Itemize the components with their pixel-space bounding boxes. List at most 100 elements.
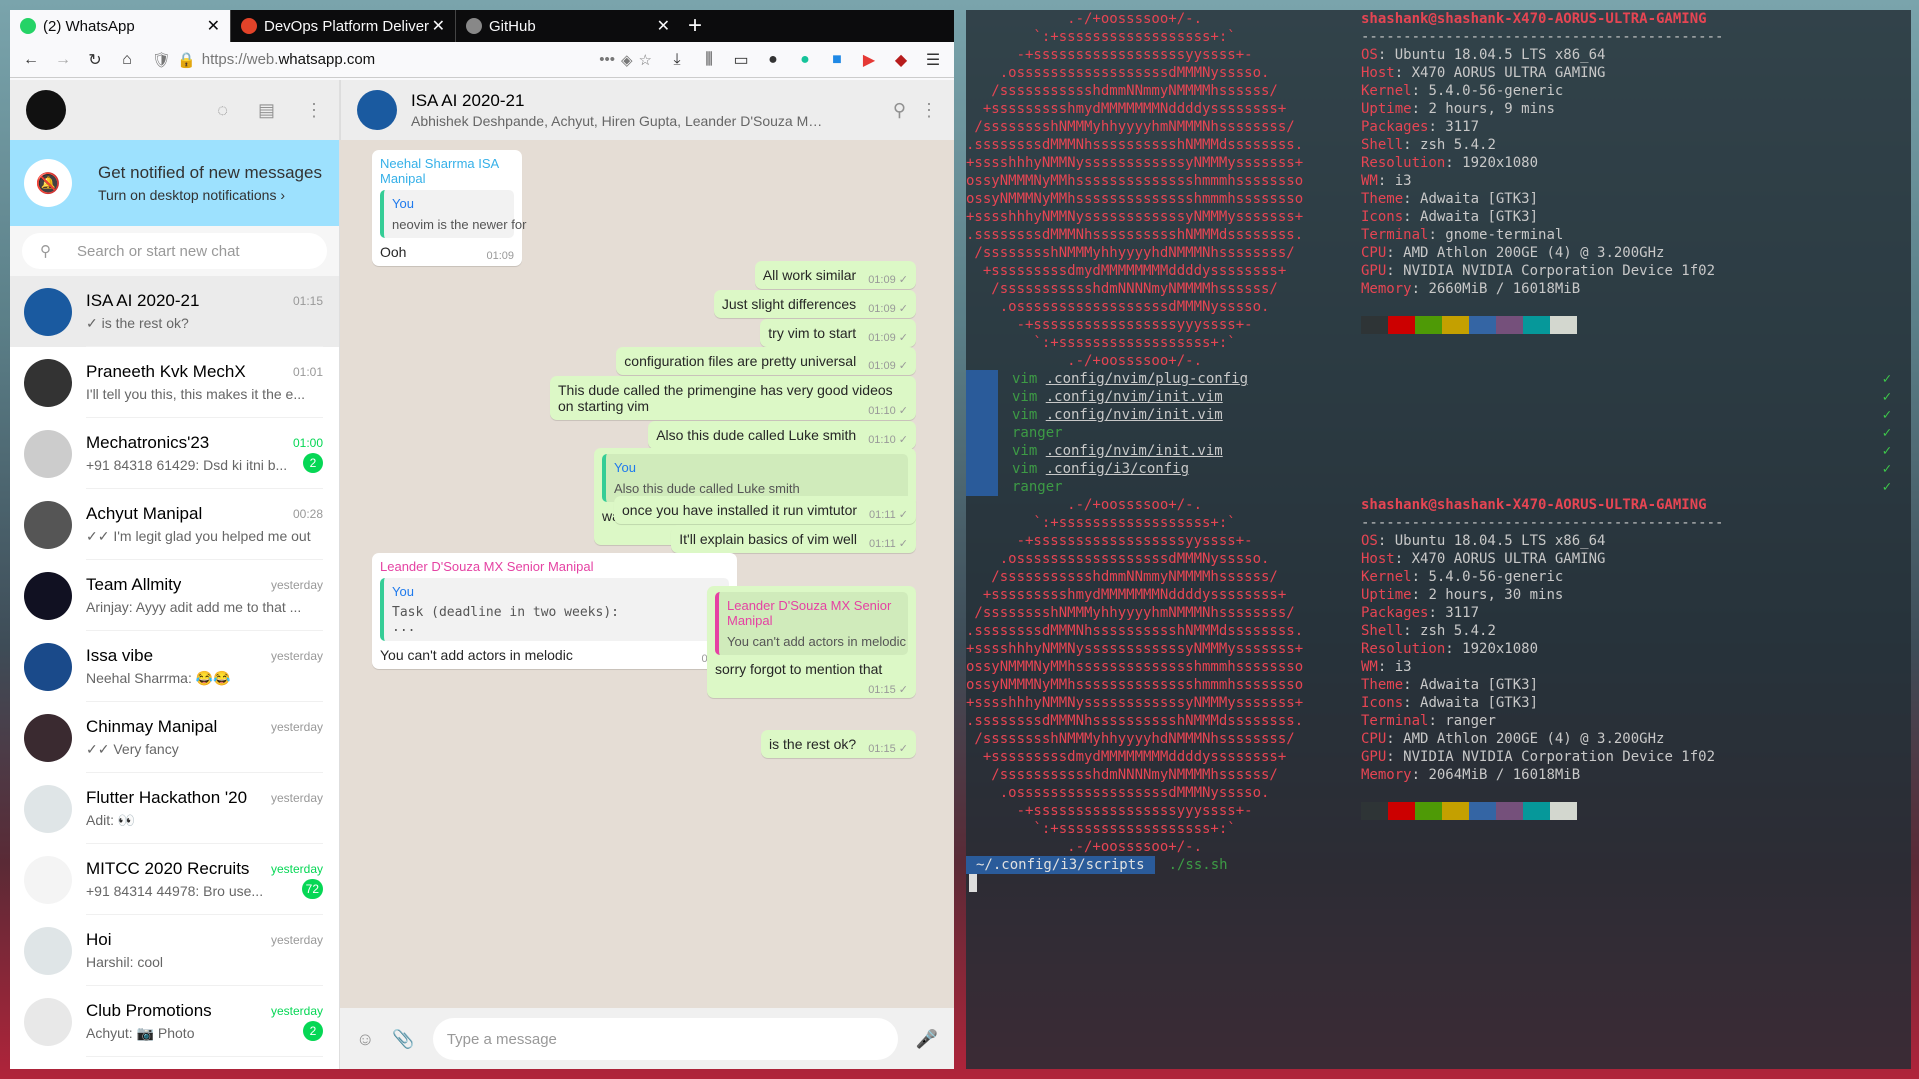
- terminal-window[interactable]: .-/+oossssoo+/-. `:+ssssssssssssssssss+:…: [966, 10, 1911, 1069]
- ubuntu-ascii-logo: .-/+oossssoo+/-. `:+ssssssssssssssssss+:…: [966, 11, 1304, 369]
- neofetch-key: Theme: [1361, 191, 1404, 207]
- neofetch-user: shashank@shashank-X470-AORUS-ULTRA-GAMIN…: [1361, 11, 1707, 27]
- neofetch-key: Resolution: [1361, 641, 1446, 657]
- forward-icon[interactable]: →: [48, 46, 78, 74]
- history-line: vim .config/nvim/init.vim ✓: [966, 406, 1911, 424]
- neofetch-line: Resolution: 1920x1080: [1361, 155, 1539, 171]
- history-line: vim .config/nvim/init.vim ✓: [966, 442, 1911, 460]
- shield-icon: 🛡: [152, 51, 172, 69]
- chat-name: ISA AI 2020-21: [86, 290, 200, 310]
- bookmark-star-icon[interactable]: ☆: [639, 51, 652, 69]
- close-tab-icon[interactable]: ✕: [207, 16, 220, 36]
- neofetch-key: Theme: [1361, 677, 1404, 693]
- neofetch-key: Kernel: [1361, 569, 1412, 585]
- message-time: 01:11 ✓: [869, 509, 908, 521]
- message-bubble: All work similar 01:09 ✓: [754, 261, 916, 289]
- message-sender: Neehal Sharrma ISA Manipal: [380, 156, 499, 186]
- chat-list-item[interactable]: Hoi yesterday Harshil: cool: [10, 915, 339, 986]
- attach-icon[interactable]: 📎: [392, 1029, 414, 1050]
- url-bar[interactable]: 🛡 🔒 https://web. whatsapp.com ••• ◈ ☆: [144, 46, 660, 74]
- account-icon[interactable]: ●: [758, 46, 788, 74]
- neofetch-line: CPU: AMD Athlon 200GE (4) @ 3.200GHz: [1361, 245, 1665, 261]
- chat-list-item[interactable]: Praneeth Kvk MechX 01:01 I'll tell you thi…: [10, 347, 339, 418]
- chat-list-item[interactable]: Flutter Hackathon '20 yesterday Adit: 👀: [10, 773, 339, 844]
- download-icon[interactable]: ⤓: [662, 46, 692, 74]
- tab-whatsapp[interactable]: (2) WhatsApp ✕: [10, 10, 230, 42]
- close-tab-icon[interactable]: ✕: [432, 16, 445, 36]
- message-bubble: configuration files are pretty universal…: [616, 347, 916, 375]
- neofetch-line: Host: X470 AORUS ULTRA GAMING: [1361, 65, 1606, 81]
- chat-list-item[interactable]: MITCC 2020 Recruits yesterday +91 84314 44…: [10, 844, 339, 915]
- extension-s-icon[interactable]: ■: [822, 46, 852, 74]
- extension-ublock-icon[interactable]: ◆: [886, 46, 916, 74]
- message-bubble: Just slight differences 01:09 ✓: [713, 290, 916, 318]
- message-bubble: try vim to start 01:09 ✓: [760, 319, 916, 347]
- neofetch-line: WM: i3: [1361, 173, 1412, 189]
- menu-dots-icon[interactable]: ⋮: [920, 100, 938, 121]
- neofetch-key: Host: [1361, 551, 1395, 567]
- menu-icon[interactable]: ☰: [918, 46, 948, 74]
- notification-banner[interactable]: 🔕 Get notified of new messages Turn on de…: [10, 140, 339, 226]
- microphone-icon[interactable]: 🎤: [916, 1029, 938, 1050]
- chat-list-item[interactable]: Team Allmity yesterday Arinjay: Ayyy adit …: [10, 560, 339, 631]
- close-tab-icon[interactable]: ✕: [657, 16, 670, 36]
- chat-time: yesterday: [270, 790, 323, 805]
- pocket-icon[interactable]: ◈: [621, 51, 633, 69]
- quoted-message: You Also this dude called Luke smith: [602, 454, 908, 502]
- message-time: 01:09: [486, 250, 514, 262]
- chat-name: Club Promotions: [86, 1000, 212, 1020]
- message-text: try vim to start: [768, 325, 857, 341]
- shell-prompt[interactable]: ~/.config/i3/scripts ./ss.sh: [966, 856, 1228, 874]
- tab-gitlab[interactable]: DevOps Platform Deliver ✕: [230, 10, 455, 42]
- chat-preview: Achyut: 📷 Photo: [86, 1024, 195, 1041]
- chat-list-item[interactable]: Club Promotions yesterday Achyut: 📷 Photo 2: [10, 986, 339, 1057]
- emoji-icon[interactable]: ☺: [356, 1029, 374, 1050]
- chat-list-item[interactable]: ISA AI 2020-21 01:15 ✓ is the rest ok?: [10, 276, 339, 347]
- chat-name: Praneeth Kvk MechX: [86, 362, 246, 381]
- message-time: 01:11 ✓: [869, 538, 908, 550]
- new-chat-icon[interactable]: ▤: [258, 100, 275, 121]
- back-icon[interactable]: ←: [16, 46, 46, 74]
- home-icon[interactable]: ⌂: [112, 46, 142, 74]
- neofetch-line: Shell: zsh 5.4.2: [1361, 623, 1496, 639]
- chat-row: Adit: 👀: [86, 808, 323, 829]
- status-icon[interactable]: ◌: [217, 100, 228, 121]
- search-icon[interactable]: ⚲: [893, 100, 906, 121]
- chat-list-item[interactable]: Issa vibe yesterday Neehal Sharrma: 😂😂: [10, 631, 339, 702]
- message-bubble: Leander D'Souza MX Senior Manipal You can…: [707, 586, 916, 698]
- neofetch-value: Adwaita [GTK3]: [1420, 695, 1539, 711]
- reload-icon[interactable]: ↻: [80, 46, 110, 74]
- library-icon[interactable]: ⫼: [694, 46, 724, 74]
- more-icon[interactable]: •••: [599, 51, 615, 68]
- chat-list: ISA AI 2020-21 01:15 ✓ is the rest ok? Pran…: [10, 276, 339, 1057]
- search-input[interactable]: ⚲ Search or start new chat: [22, 233, 327, 269]
- tab-github[interactable]: GitHub ✕: [455, 10, 680, 42]
- neofetch-value: zsh 5.4.2: [1420, 137, 1496, 153]
- chat-preview: Adit: 👀: [86, 811, 136, 828]
- message-bubble: Also this dude called Luke smith 01:10 ✓: [648, 421, 916, 449]
- chat-list-item[interactable]: Achyut Manipal 00:28 ✓✓ I'm legit glad you…: [10, 489, 339, 560]
- group-avatar[interactable]: [357, 90, 397, 130]
- extension-youtube-icon[interactable]: ▶: [854, 46, 884, 74]
- message-input[interactable]: Type a message: [432, 1018, 898, 1060]
- extension-grammarly-icon[interactable]: ●: [790, 46, 820, 74]
- chat-list-item[interactable]: Chinmay Manipal yesterday ✓✓ Very fancy: [10, 702, 339, 773]
- profile-avatar[interactable]: [26, 90, 66, 130]
- palette-swatch: [1523, 802, 1550, 820]
- message-time: 01:09 ✓: [868, 360, 908, 372]
- conversation-header[interactable]: ISA AI 2020-21 Abhishek Deshpande, Achyut…: [340, 80, 954, 140]
- chat-body: Hoi yesterday Harshil: cool: [86, 915, 323, 986]
- sidebar-icon[interactable]: ▭: [726, 46, 756, 74]
- new-tab-button[interactable]: +: [680, 10, 710, 42]
- palette-swatch: [1550, 802, 1577, 820]
- chat-row: I'll tell you this, this makes it the e.…: [86, 382, 323, 402]
- chat-body: Team Allmity yesterday Arinjay: Ayyy adit …: [86, 560, 323, 631]
- menu-dots-icon[interactable]: ⋮: [305, 100, 323, 121]
- neofetch-line: Terminal: gnome-terminal: [1361, 227, 1564, 243]
- palette-swatch: [1550, 316, 1577, 334]
- neofetch-value: Ubuntu 18.04.5 LTS x86_64: [1394, 47, 1606, 63]
- neofetch-value: X470 AORUS ULTRA GAMING: [1411, 65, 1606, 81]
- chat-list-item[interactable]: Mechatronics'23 01:00 +91 84318 61429: Dsd…: [10, 418, 339, 489]
- neofetch-value: Adwaita [GTK3]: [1420, 191, 1539, 207]
- palette-swatch: [1523, 316, 1550, 334]
